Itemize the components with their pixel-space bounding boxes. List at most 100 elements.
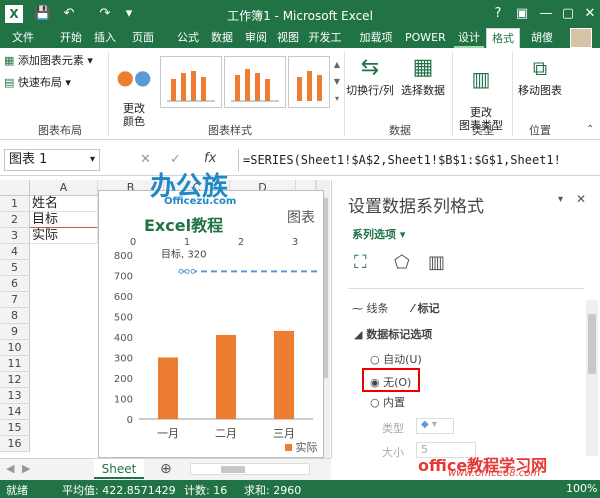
chevron-down-icon[interactable]: ▾ — [90, 150, 95, 170]
zoom-level[interactable]: 100% — [566, 482, 597, 495]
tab-line[interactable]: ⁓ 线条 — [352, 300, 389, 316]
avatar[interactable] — [570, 28, 592, 48]
sheet-nav-left-icon[interactable]: ◀ — [6, 462, 14, 475]
col-header-a[interactable]: A — [30, 180, 98, 196]
change-chart-type-button[interactable]: ▥ 更改 图表类型 — [454, 52, 508, 132]
tab-addins[interactable]: 加载项 — [356, 28, 396, 48]
chart-type-icon: ▥ — [471, 67, 491, 91]
tab-review[interactable]: 审阅 — [241, 28, 271, 48]
row-header[interactable]: 5 — [0, 260, 30, 276]
watermark-site: Officezu.com — [164, 196, 237, 207]
pane-options-icon[interactable]: ▾ — [558, 194, 563, 205]
row-header[interactable]: 10 — [0, 340, 30, 356]
pane-vscroll[interactable] — [586, 300, 598, 456]
radio-builtin-label: 内置 — [383, 396, 406, 409]
x-tick-label: 一月 — [157, 427, 179, 440]
top-axis-label: 2 — [238, 237, 244, 248]
cell-a3[interactable]: 实际 — [30, 228, 98, 244]
cell-a1[interactable]: 姓名 — [30, 196, 98, 212]
chart-style-2[interactable] — [224, 56, 286, 108]
effects-icon[interactable]: ⬠ — [394, 252, 410, 273]
fill-line-icon[interactable]: ⛶ — [354, 252, 367, 273]
pane-title: 设置数据系列格式 — [348, 197, 484, 217]
radio-none[interactable]: ◉ 无(O) — [362, 368, 420, 392]
sheet-nav-right-icon[interactable]: ▶ — [22, 462, 30, 475]
fx-icon[interactable]: fx — [204, 151, 216, 166]
tab-insert[interactable]: 插入 — [90, 28, 120, 48]
bar-actual — [158, 357, 178, 419]
tab-page-layout[interactable]: 页面布 — [124, 28, 162, 64]
tab-home[interactable]: 开始 — [56, 28, 86, 48]
chart-style-3[interactable] — [288, 56, 330, 108]
chart-legend[interactable]: 实际 — [285, 439, 318, 455]
type-label: 类型 — [382, 422, 404, 435]
row-header[interactable]: 8 — [0, 308, 30, 324]
row-header[interactable]: 11 — [0, 356, 30, 372]
change-colors-button[interactable]: ●● 更改 颜色 — [112, 52, 156, 128]
y-tick-label: 200 — [114, 374, 133, 385]
row-header[interactable]: 15 — [0, 420, 30, 436]
tab-formulas[interactable]: 公式 — [173, 28, 203, 48]
row-header[interactable]: 7 — [0, 292, 30, 308]
y-tick-label: 0 — [127, 415, 133, 426]
formula-bar: 图表 1 ▾ ✕ ✓ fx =SERIES(Sheet1!$A$2,Sheet1… — [0, 148, 600, 172]
tab-data[interactable]: 数据 — [207, 28, 237, 48]
marker-options-label: 数据标记选项 — [366, 328, 433, 341]
chart-style-1[interactable] — [160, 56, 222, 108]
row-header[interactable]: 3 — [0, 228, 30, 244]
series-options-dropdown[interactable]: 系列选项 ▾ — [352, 226, 405, 242]
cell-a2[interactable]: 目标 — [30, 212, 98, 228]
tab-view[interactable]: 视图 — [273, 28, 303, 48]
y-tick-label: 400 — [114, 333, 133, 344]
quick-layout-label: 快速布局 — [17, 76, 62, 89]
row-header[interactable]: 4 — [0, 244, 30, 260]
legend-swatch — [285, 444, 292, 451]
row-header[interactable]: 6 — [0, 276, 30, 292]
row-header[interactable]: 9 — [0, 324, 30, 340]
select-data-button[interactable]: ▦ 选择数据 — [398, 52, 448, 97]
tab-format[interactable]: 格式 — [486, 28, 520, 48]
select-all-corner[interactable] — [0, 180, 30, 196]
collapse-ribbon-icon[interactable]: ⌃ — [586, 124, 594, 135]
switch-label: 切换行/列 — [346, 84, 394, 97]
switch-icon: ⇆ — [360, 55, 380, 80]
series-options-icon[interactable]: ▥ — [428, 252, 445, 273]
tab-developer[interactable]: 开发工 — [305, 28, 345, 48]
select-data-label: 选择数据 — [401, 84, 445, 97]
radio-auto[interactable]: ○ 自动(U) — [370, 351, 422, 367]
user-name[interactable]: 胡傻 — [526, 28, 558, 48]
row-header[interactable]: 1 — [0, 196, 30, 212]
quick-layout-button[interactable]: ▤ 快速布局 ▾ — [4, 76, 94, 89]
row-header[interactable]: 12 — [0, 372, 30, 388]
hscroll[interactable] — [190, 463, 310, 475]
row-header[interactable]: 2 — [0, 212, 30, 228]
marker-options-group[interactable]: ◢ 数据标记选项 — [354, 326, 432, 342]
type-dropdown[interactable]: ◆ ▾ — [416, 418, 454, 434]
radio-builtin[interactable]: ○ 内置 — [370, 394, 405, 410]
row-header[interactable]: 13 — [0, 388, 30, 404]
tab-marker[interactable]: ⁄ 标记 — [412, 300, 440, 316]
close-icon[interactable]: ✕ — [576, 192, 586, 206]
tab-design[interactable]: 设计 — [454, 28, 484, 48]
switch-row-col-button[interactable]: ⇆ 切换行/列 — [344, 52, 396, 97]
tab-marker-label: 标记 — [417, 302, 440, 315]
enter-icon[interactable]: ✓ — [170, 152, 181, 167]
add-chart-element-button[interactable]: ▦ 添加图表元素 ▾ — [4, 54, 104, 67]
close-icon[interactable]: ✕ — [576, 3, 600, 25]
sheet-tab[interactable]: Sheet — [94, 459, 144, 479]
tab-power[interactable]: POWER — [402, 28, 448, 48]
formula-input[interactable]: =SERIES(Sheet1!$A$2,Sheet1!$B$1:$G$1,She… — [238, 149, 596, 171]
add-element-icon: ▦ — [4, 54, 15, 67]
add-sheet-icon[interactable]: ⊕ — [160, 461, 172, 477]
gallery-scroll[interactable]: ▲ ▼ ▾ — [332, 56, 342, 108]
row-header[interactable]: 16 — [0, 436, 30, 452]
tab-file[interactable]: 文件 — [0, 28, 46, 48]
name-box[interactable]: 图表 1 ▾ — [4, 149, 100, 171]
legend-label: 实际 — [295, 441, 318, 454]
move-chart-button[interactable]: ⧉ 移动图表 — [514, 52, 566, 97]
y-tick-label: 600 — [114, 292, 133, 303]
status-bar: 就绪 平均值: 422.8571429 计数: 16 求和: 2960 100% — [0, 480, 600, 498]
cancel-icon[interactable]: ✕ — [140, 152, 151, 167]
chart-title[interactable]: 图表 — [287, 207, 315, 227]
row-header[interactable]: 14 — [0, 404, 30, 420]
